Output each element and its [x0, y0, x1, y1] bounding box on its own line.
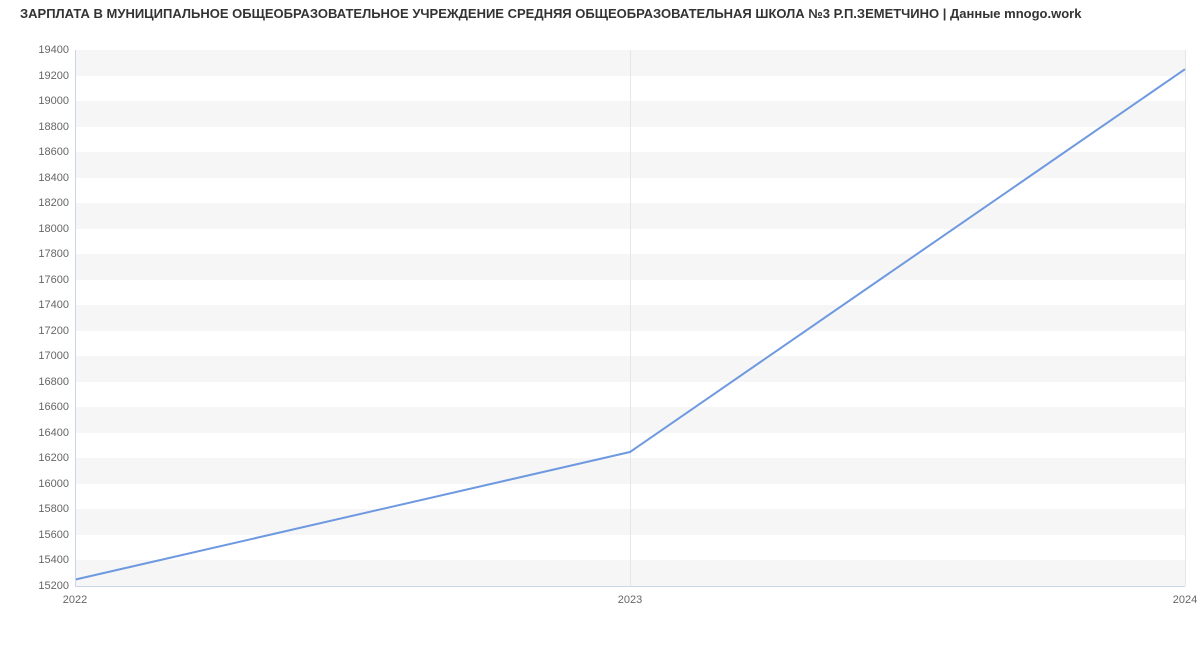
y-tick-label: 16600: [38, 401, 69, 413]
y-tick-label: 16400: [38, 427, 69, 439]
x-axis-line: [75, 586, 1185, 587]
y-tick-label: 17800: [38, 248, 69, 260]
x-tick-label: 2024: [1173, 594, 1197, 606]
y-tick-label: 18600: [38, 146, 69, 158]
chart-root: ЗАРПЛАТА В МУНИЦИПАЛЬНОЕ ОБЩЕОБРАЗОВАТЕЛ…: [0, 0, 1200, 650]
y-tick-label: 16800: [38, 376, 69, 388]
y-tick-label: 18000: [38, 223, 69, 235]
y-tick-label: 18400: [38, 172, 69, 184]
y-tick-label: 15800: [38, 503, 69, 515]
line-path: [75, 69, 1185, 579]
y-tick-label: 19400: [38, 44, 69, 56]
gridline-vertical: [1185, 50, 1186, 586]
y-tick-label: 16200: [38, 452, 69, 464]
x-tick-label: 2022: [63, 594, 87, 606]
y-tick-label: 19200: [38, 70, 69, 82]
chart-title: ЗАРПЛАТА В МУНИЦИПАЛЬНОЕ ОБЩЕОБРАЗОВАТЕЛ…: [20, 6, 1081, 21]
plot-area: [75, 50, 1185, 586]
line-series: [75, 50, 1185, 586]
y-tick-label: 19000: [38, 95, 69, 107]
x-tick-label: 2023: [618, 594, 642, 606]
y-tick-label: 17000: [38, 350, 69, 362]
y-tick-label: 15200: [38, 580, 69, 592]
y-tick-label: 16000: [38, 478, 69, 490]
y-tick-label: 15400: [38, 554, 69, 566]
y-tick-label: 18200: [38, 197, 69, 209]
y-tick-label: 17600: [38, 274, 69, 286]
y-tick-label: 15600: [38, 529, 69, 541]
y-axis-line: [75, 50, 76, 586]
y-tick-label: 17200: [38, 325, 69, 337]
y-tick-label: 17400: [38, 299, 69, 311]
y-tick-label: 18800: [38, 121, 69, 133]
